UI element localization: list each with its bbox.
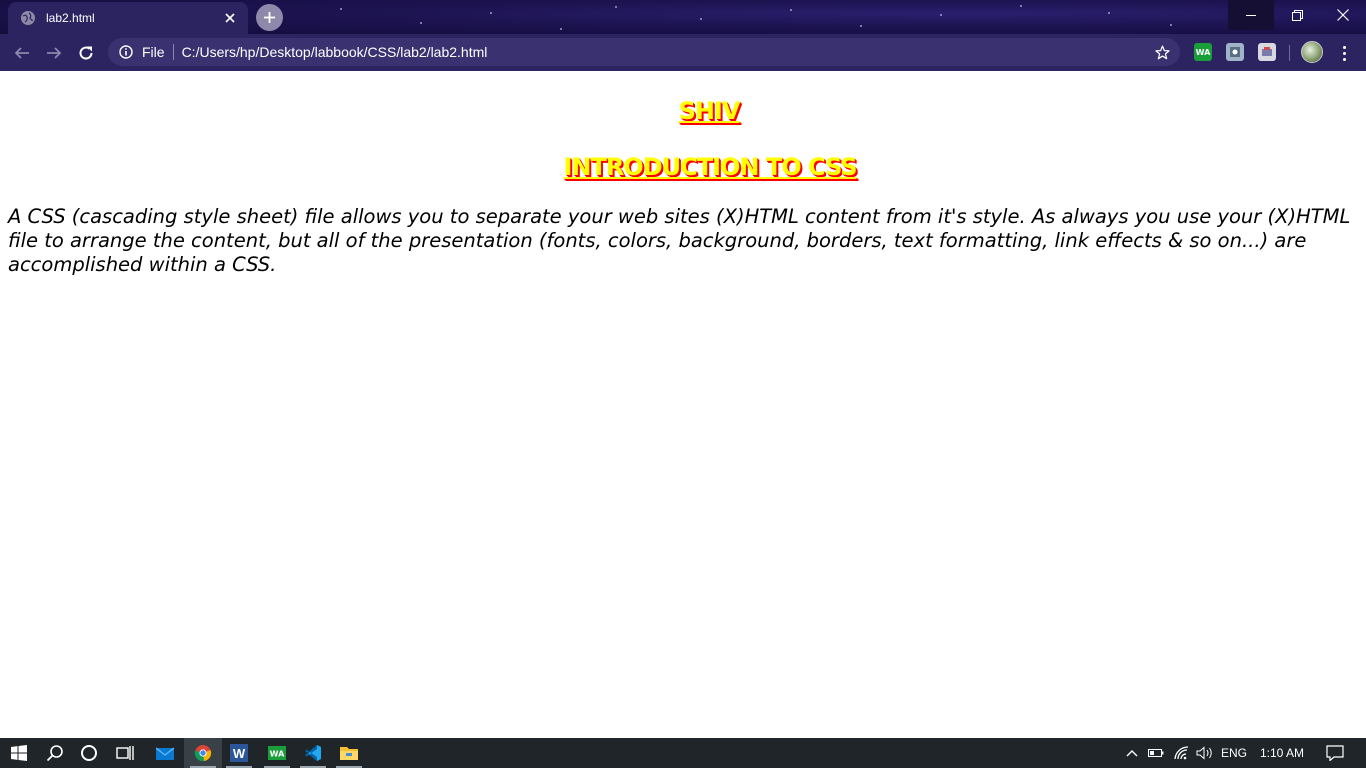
task-view-icon[interactable] xyxy=(106,738,144,768)
background-star xyxy=(615,6,617,8)
web-page-content: SHIV INTRODUCTION TO CSS A CSS (cascadin… xyxy=(0,71,1366,738)
new-tab-button[interactable] xyxy=(256,4,283,31)
globe-icon xyxy=(20,10,36,26)
restore-icon xyxy=(1291,9,1303,21)
search-icon[interactable] xyxy=(36,738,74,768)
cast-extension-icon[interactable] xyxy=(1258,43,1276,61)
info-icon[interactable] xyxy=(118,44,134,60)
profile-avatar[interactable] xyxy=(1301,41,1323,63)
background-star xyxy=(340,8,342,10)
minimize-icon xyxy=(1245,14,1256,16)
url-scheme-label: File xyxy=(142,44,165,60)
close-window-button[interactable] xyxy=(1320,0,1366,30)
file-explorer-icon[interactable] xyxy=(330,738,368,768)
tab-title: lab2.html xyxy=(46,11,95,25)
browser-toolbar: File C:/Users/hp/Desktop/labbook/CSS/lab… xyxy=(0,34,1366,71)
windows-taskbar: W WA ENG 1:10 AM xyxy=(0,738,1366,768)
background-star xyxy=(940,14,942,16)
reload-button[interactable] xyxy=(72,39,100,67)
browser-menu-icon[interactable] xyxy=(1334,42,1354,64)
title-heading: INTRODUCTION TO CSS xyxy=(563,153,857,181)
address-separator xyxy=(172,44,174,60)
word-icon[interactable]: W xyxy=(220,738,258,768)
background-star xyxy=(790,9,792,11)
windows-start-icon[interactable] xyxy=(0,738,38,768)
background-star xyxy=(490,12,492,14)
bookmark-star-icon[interactable] xyxy=(1150,40,1174,64)
plus-icon xyxy=(264,12,275,23)
background-star xyxy=(1170,24,1172,26)
language-indicator[interactable]: ENG xyxy=(1218,738,1250,768)
chrome-icon[interactable] xyxy=(184,738,222,768)
cortana-icon[interactable] xyxy=(70,738,108,768)
background-star xyxy=(1108,12,1110,14)
mail-icon[interactable] xyxy=(146,738,184,768)
address-bar[interactable]: File C:/Users/hp/Desktop/labbook/CSS/lab… xyxy=(108,38,1180,66)
toolbar-separator xyxy=(1289,45,1290,61)
restore-button[interactable] xyxy=(1274,0,1320,30)
background-star xyxy=(1020,5,1022,7)
whatsapp-icon[interactable]: WA xyxy=(258,738,296,768)
volume-icon[interactable] xyxy=(1194,738,1216,768)
forward-button[interactable] xyxy=(40,39,68,67)
back-button[interactable] xyxy=(8,39,36,67)
battery-icon[interactable] xyxy=(1146,738,1166,768)
vscode-icon[interactable] xyxy=(294,738,332,768)
background-star xyxy=(560,28,562,30)
tab-extension-icon[interactable] xyxy=(1226,43,1244,61)
notifications-icon[interactable] xyxy=(1320,738,1350,768)
clock[interactable]: 1:10 AM xyxy=(1254,738,1310,768)
browser-titlebar: lab2.html xyxy=(0,0,1366,34)
background-star xyxy=(860,25,862,27)
close-icon xyxy=(1337,9,1349,21)
intro-paragraph: A CSS (cascading style sheet) file allow… xyxy=(8,205,1351,276)
background-star xyxy=(420,22,422,24)
background-star xyxy=(700,18,702,20)
svg-text:WA: WA xyxy=(270,750,285,759)
arrow-right-icon xyxy=(47,47,62,59)
whatsapp-extension-icon[interactable]: WA xyxy=(1194,43,1212,61)
reload-icon xyxy=(79,46,93,60)
svg-text:W: W xyxy=(233,746,246,761)
url-text[interactable]: C:/Users/hp/Desktop/labbook/CSS/lab2/lab… xyxy=(182,44,1150,60)
minimize-button[interactable] xyxy=(1228,0,1274,30)
close-tab-icon[interactable] xyxy=(222,10,238,26)
wifi-icon[interactable] xyxy=(1172,738,1192,768)
chevron-up-icon[interactable] xyxy=(1122,738,1142,768)
browser-tab[interactable]: lab2.html xyxy=(8,2,248,34)
arrow-left-icon xyxy=(14,47,29,59)
name-heading: SHIV xyxy=(678,97,741,125)
